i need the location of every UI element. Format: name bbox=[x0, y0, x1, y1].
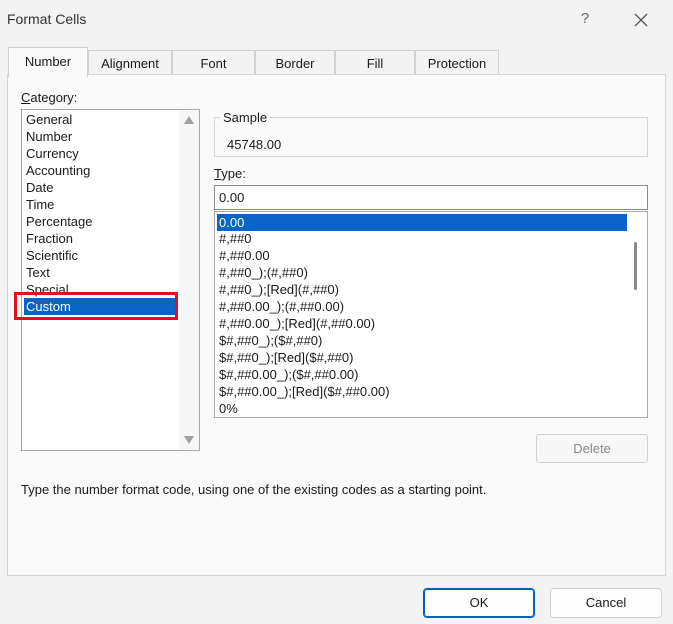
format-code-item[interactable]: $#,##0_);($#,##0) bbox=[219, 333, 322, 348]
type-label: Type: bbox=[214, 166, 246, 181]
highlight-box bbox=[14, 292, 178, 320]
category-item-time[interactable]: Time bbox=[26, 197, 54, 212]
category-scrollbar[interactable] bbox=[179, 110, 199, 450]
format-code-item[interactable]: $#,##0.00_);[Red]($#,##0.00) bbox=[219, 384, 390, 399]
tab-protection[interactable]: Protection bbox=[415, 50, 499, 76]
format-code-item[interactable]: #,##0.00 bbox=[219, 248, 270, 263]
format-code-scrollbar[interactable] bbox=[627, 212, 647, 417]
tab-number[interactable]: Number bbox=[8, 47, 88, 77]
format-code-item[interactable]: 0.00 bbox=[217, 214, 627, 231]
format-code-item[interactable]: #,##0.00_);(#,##0.00) bbox=[219, 299, 344, 314]
sample-value: 45748.00 bbox=[227, 137, 282, 152]
category-item-number[interactable]: Number bbox=[26, 129, 72, 144]
scroll-up-icon[interactable] bbox=[184, 116, 194, 124]
sample-label: Sample bbox=[220, 110, 271, 125]
category-item-text[interactable]: Text bbox=[26, 265, 50, 280]
tab-font[interactable]: Font bbox=[172, 50, 255, 76]
format-code-item[interactable]: #,##0.00_);[Red](#,##0.00) bbox=[219, 316, 375, 331]
cancel-button[interactable]: Cancel bbox=[550, 588, 662, 618]
close-button[interactable] bbox=[628, 6, 654, 32]
category-item-scientific[interactable]: Scientific bbox=[26, 248, 78, 263]
format-code-list[interactable]: 0.00 #,##0 #,##0.00 #,##0_);(#,##0) #,##… bbox=[214, 211, 648, 418]
category-item-percentage[interactable]: Percentage bbox=[26, 214, 93, 229]
dialog-title: Format Cells bbox=[7, 11, 87, 27]
type-input[interactable]: 0.00 bbox=[214, 185, 648, 210]
category-item-date[interactable]: Date bbox=[26, 180, 53, 195]
scrollbar-thumb[interactable] bbox=[634, 242, 637, 290]
help-button[interactable]: ? bbox=[572, 6, 598, 32]
scroll-down-icon[interactable] bbox=[184, 436, 194, 444]
tab-border[interactable]: Border bbox=[255, 50, 335, 76]
category-item-currency[interactable]: Currency bbox=[26, 146, 79, 161]
ok-button[interactable]: OK bbox=[423, 588, 535, 618]
format-code-item[interactable]: $#,##0.00_);($#,##0.00) bbox=[219, 367, 359, 382]
category-item-general[interactable]: General bbox=[26, 112, 72, 127]
hint-text: Type the number format code, using one o… bbox=[21, 482, 487, 497]
format-code-item[interactable]: #,##0_);[Red](#,##0) bbox=[219, 282, 339, 297]
category-label: Category: bbox=[21, 90, 78, 105]
format-code-item[interactable]: $#,##0_);[Red]($#,##0) bbox=[219, 350, 353, 365]
format-code-item[interactable]: #,##0_);(#,##0) bbox=[219, 265, 308, 280]
category-list[interactable]: General Number Currency Accounting Date … bbox=[21, 109, 200, 451]
tab-alignment[interactable]: Alignment bbox=[88, 50, 172, 76]
format-code-item[interactable]: 0% bbox=[219, 401, 238, 416]
category-item-fraction[interactable]: Fraction bbox=[26, 231, 73, 246]
delete-button[interactable]: Delete bbox=[536, 434, 648, 463]
category-item-accounting[interactable]: Accounting bbox=[26, 163, 90, 178]
close-icon bbox=[634, 13, 648, 27]
title-bar: Format Cells ? bbox=[0, 0, 673, 40]
format-code-item[interactable]: #,##0 bbox=[219, 231, 252, 246]
tab-fill[interactable]: Fill bbox=[335, 50, 415, 76]
